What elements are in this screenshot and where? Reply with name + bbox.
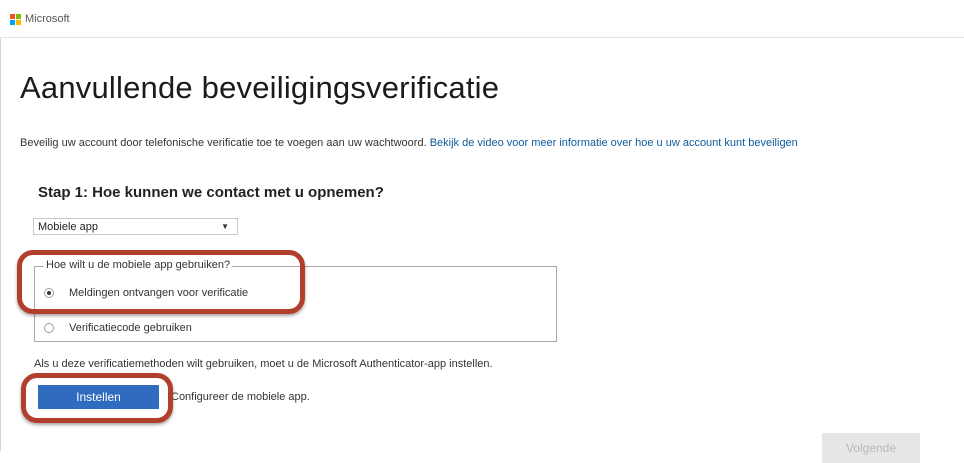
option-notifications[interactable]: Meldingen ontvangen voor verificatie	[44, 287, 248, 299]
description-text: Beveilig uw account door telefonische ve…	[20, 137, 427, 149]
setup-hint: Configureer de mobiele app.	[171, 391, 310, 403]
option-verification-code[interactable]: Verificatiecode gebruiken	[44, 322, 192, 334]
video-link[interactable]: Bekijk de video voor meer informatie ove…	[430, 137, 798, 149]
triangle-down-icon: ▼	[221, 222, 229, 231]
top-bar: Microsoft	[0, 0, 964, 38]
page-description: Beveilig uw account door telefonische ve…	[20, 137, 798, 149]
option-label: Verificatiecode gebruiken	[69, 322, 192, 334]
setup-button[interactable]: Instellen	[38, 385, 159, 409]
radio-button-checked[interactable]	[44, 288, 54, 298]
step-heading: Stap 1: Hoe kunnen we contact met u opne…	[38, 184, 384, 201]
window-edge	[0, 0, 1, 451]
page-title: Aanvullende beveiligingsverificatie	[20, 70, 500, 105]
authenticator-info: Als u deze verificatiemethoden wilt gebr…	[34, 358, 493, 370]
option-label: Meldingen ontvangen voor verificatie	[69, 287, 249, 299]
microsoft-squares-icon	[10, 13, 21, 25]
radio-button[interactable]	[44, 323, 54, 333]
select-value: Mobiele app	[38, 221, 98, 233]
next-button[interactable]: Volgende	[822, 433, 920, 463]
microsoft-logo: Microsoft	[10, 13, 70, 25]
contact-method-select[interactable]: Mobiele app ▼	[33, 218, 238, 235]
brand-name: Microsoft	[25, 13, 70, 25]
fieldset-legend: Hoe wilt u de mobiele app gebruiken?	[44, 259, 233, 271]
